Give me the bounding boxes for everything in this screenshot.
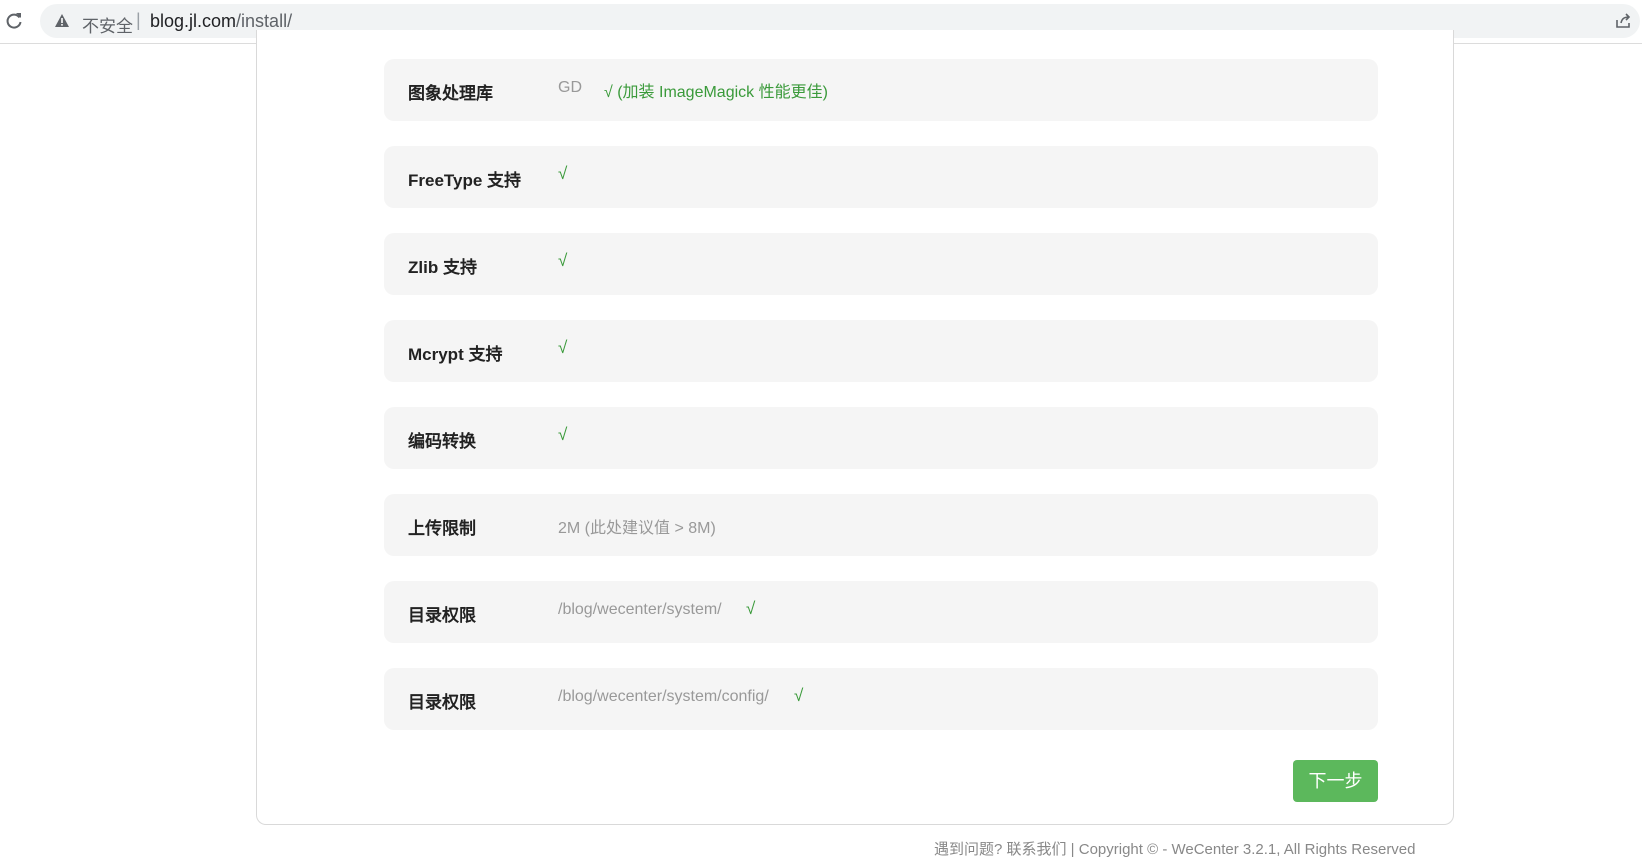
check-row-image-library: 图象处理库 GD √ (加装 ImageMagick 性能更佳)	[384, 59, 1378, 121]
share-icon[interactable]	[1614, 12, 1632, 30]
check-row-dir-system: 目录权限 /blog/wecenter/system/ √	[384, 581, 1378, 643]
warning-icon[interactable]	[54, 13, 70, 29]
row-label: 编码转换	[408, 432, 476, 451]
security-label[interactable]: 不安全	[82, 12, 133, 37]
next-step-button[interactable]: 下一步	[1293, 760, 1378, 802]
row-label: FreeType 支持	[408, 171, 522, 190]
url-separator: |	[136, 10, 141, 30]
row-status: √	[558, 425, 568, 444]
row-status: √	[558, 338, 568, 357]
row-label: 图象处理库	[408, 84, 493, 103]
row-status: √	[558, 251, 568, 270]
row-label: 上传限制	[408, 519, 476, 538]
row-status: √ (加装 ImageMagick 性能更佳)	[604, 84, 828, 101]
row-label: 目录权限	[408, 693, 476, 712]
check-row-upload-limit: 上传限制 2M (此处建议值 > 8M)	[384, 494, 1378, 556]
row-value: GD	[558, 79, 582, 96]
row-label: 目录权限	[408, 606, 476, 625]
check-row-dir-config: 目录权限 /blog/wecenter/system/config/ √	[384, 668, 1378, 730]
row-value: /blog/wecenter/system/config/	[558, 688, 769, 705]
url-path: /install/	[236, 11, 293, 31]
check-row-mcrypt: Mcrypt 支持 √	[384, 320, 1378, 382]
row-status: √	[746, 599, 756, 618]
url-text[interactable]: blog.jl.com/install/	[150, 11, 292, 32]
row-label: Mcrypt 支持	[408, 345, 503, 364]
check-row-freetype: FreeType 支持 √	[384, 146, 1378, 208]
row-label: Zlib 支持	[408, 258, 477, 277]
url-host: blog.jl.com	[150, 11, 237, 31]
check-row-encoding: 编码转换 √	[384, 407, 1378, 469]
row-value: 2M (此处建议值 > 8M)	[558, 520, 716, 537]
row-value: /blog/wecenter/system/	[558, 601, 722, 618]
footer-copyright: 遇到问题? 联系我们 | Copyright © - WeCenter 3.2.…	[934, 841, 1416, 858]
row-status: √	[558, 164, 568, 183]
check-row-zlib: Zlib 支持 √	[384, 233, 1378, 295]
row-status: √	[794, 686, 804, 705]
reload-icon[interactable]	[4, 11, 24, 31]
